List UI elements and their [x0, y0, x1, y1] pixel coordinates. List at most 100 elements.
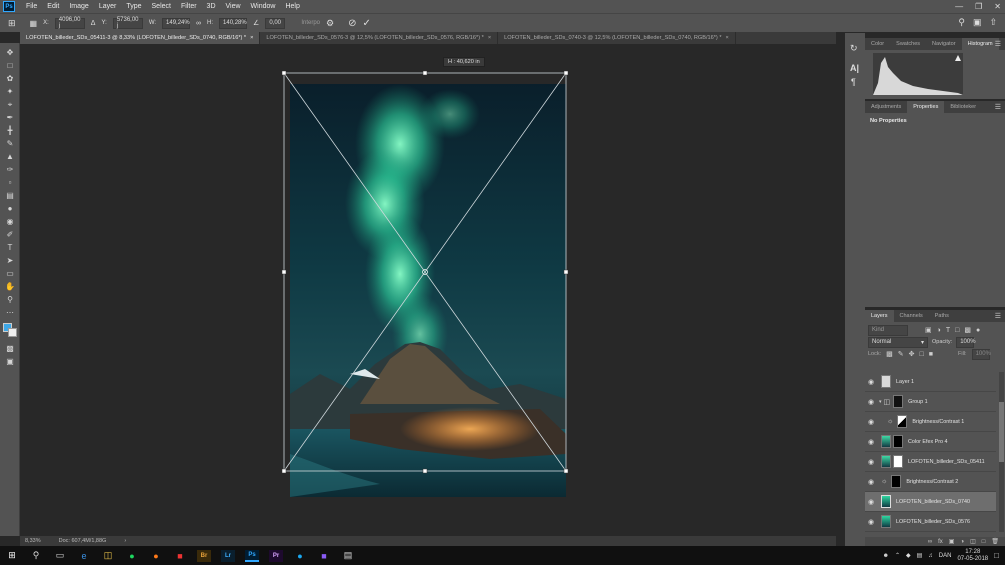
more-tools-icon[interactable]: ⋯ — [4, 307, 16, 318]
filter-shape-icon[interactable]: □ — [955, 327, 959, 334]
transform-handle[interactable] — [281, 70, 287, 76]
photoshop-logo-icon[interactable]: Ps — [3, 1, 15, 12]
eye-icon[interactable]: ◉ — [868, 478, 877, 486]
eye-icon[interactable]: ◉ — [868, 398, 877, 406]
chevron-right-icon[interactable]: › — [124, 538, 126, 544]
cancel-transform-icon[interactable]: ⊘ — [348, 18, 356, 29]
photoshop-icon[interactable]: Ps — [245, 549, 259, 562]
new-group-icon[interactable]: ◫ — [970, 538, 976, 545]
eye-icon[interactable]: ◉ — [868, 418, 877, 426]
tab-channels[interactable]: Channels — [894, 310, 929, 322]
purple-app-icon[interactable]: ■ — [317, 550, 331, 562]
doc-tab-1[interactable]: LOFOTEN_billeder_SDs_05411-3 @ 8,33% (LO… — [20, 32, 261, 44]
path-selection-icon[interactable]: ➤ — [4, 255, 16, 266]
lock-transparent-icon[interactable]: ▩ — [886, 350, 893, 358]
filter-type-icon[interactable]: T — [946, 327, 950, 334]
new-layer-icon[interactable]: □ — [982, 539, 986, 545]
firefox-icon[interactable]: ● — [149, 550, 163, 562]
commit-transform-icon[interactable]: ✓ — [362, 18, 370, 29]
trash-icon[interactable]: 🗑 — [991, 538, 999, 545]
type-tool-icon[interactable]: T — [4, 242, 16, 253]
new-adjustment-icon[interactable]: ◑ — [960, 539, 964, 545]
eye-icon[interactable]: ◉ — [868, 518, 877, 526]
layer-row[interactable]: ◉ ☼ Brightness/Contrast 2 — [865, 472, 996, 492]
skype-icon[interactable]: ● — [293, 550, 307, 562]
opacity-input[interactable]: 100% — [956, 336, 976, 348]
menu-3d[interactable]: 3D — [202, 3, 221, 10]
reference-point-icon[interactable]: ▦ — [30, 19, 38, 28]
close-icon[interactable]: × — [250, 35, 253, 41]
lock-position-icon[interactable]: ✥ — [909, 350, 915, 358]
eye-icon[interactable]: ◉ — [868, 458, 877, 466]
filter-adjustment-icon[interactable]: ◑ — [937, 327, 941, 334]
doc-tab-3[interactable]: LOFOTEN_billeder_SDs_0740-3 @ 12,5% (LOF… — [498, 32, 736, 44]
fill-input[interactable]: 100% — [971, 348, 991, 360]
angle-input[interactable]: 0,00 — [265, 17, 286, 29]
layer-row[interactable]: ◉ LOFOTEN_billeder_SDs_0740 — [865, 492, 996, 512]
lock-all-icon[interactable]: ■ — [929, 351, 933, 358]
menu-type[interactable]: Type — [121, 3, 146, 10]
premiere-icon[interactable]: Pr — [269, 549, 283, 562]
canvas-area[interactable]: H : 40,620 in — [20, 44, 836, 536]
zoom-tool-icon[interactable]: ⚲ — [4, 294, 16, 305]
warp-icon[interactable]: ⚙ — [326, 18, 334, 29]
tab-histogram[interactable]: Histogram — [961, 38, 999, 50]
pen-tool-icon[interactable]: ✐ — [4, 229, 16, 240]
history-icon[interactable]: ↻ — [850, 43, 858, 54]
panel-menu-icon[interactable]: ☰ — [995, 103, 1001, 111]
eraser-tool-icon[interactable]: ▫ — [4, 177, 16, 188]
hand-tool-icon[interactable]: ✋ — [4, 281, 16, 292]
filter-smart-icon[interactable]: ▩ — [964, 326, 971, 334]
eye-icon[interactable]: ◉ — [868, 438, 877, 446]
layer-row[interactable]: ◉ Color Efex Pro 4 — [865, 432, 996, 452]
move-tool-icon[interactable]: ✥ — [4, 47, 16, 58]
dropbox-icon[interactable]: ◆ — [906, 552, 911, 559]
menu-filter[interactable]: Filter — [176, 3, 202, 10]
lock-artboard-icon[interactable]: □ — [920, 351, 924, 358]
document-canvas[interactable] — [20, 44, 836, 536]
link-icon[interactable]: ∞ — [196, 20, 201, 27]
layer-row[interactable]: ◉ Layer 1 — [865, 372, 996, 392]
clone-stamp-icon[interactable]: ▲ — [4, 151, 16, 162]
healing-brush-icon[interactable]: ╋ — [4, 125, 16, 136]
transform-handle[interactable] — [563, 269, 569, 275]
transform-handle[interactable] — [563, 70, 569, 76]
delta-icon[interactable]: Δ — [91, 20, 96, 27]
lock-pixels-icon[interactable]: ✎ — [898, 350, 904, 358]
layers-scrollbar[interactable] — [999, 372, 1004, 532]
task-view-icon[interactable]: ▭ — [53, 550, 67, 562]
layer-row[interactable]: ◉ ▾ ◫ Group 1 — [865, 392, 996, 412]
transform-handle[interactable] — [281, 269, 287, 275]
magic-wand-icon[interactable]: ✦ — [4, 86, 16, 97]
history-brush-icon[interactable]: ✑ — [4, 164, 16, 175]
rectangle-tool-icon[interactable]: ▭ — [4, 268, 16, 279]
network-icon[interactable]: ▤ — [917, 552, 923, 559]
filter-pixel-icon[interactable]: ▣ — [925, 326, 932, 334]
transform-handle[interactable] — [281, 468, 287, 474]
panel-menu-icon[interactable]: ☰ — [995, 312, 1001, 320]
layer-row[interactable]: ◉ ☼ Brightness/Contrast 1 — [865, 412, 996, 432]
menu-help[interactable]: Help — [280, 3, 304, 10]
spotify-icon[interactable]: ● — [125, 550, 139, 562]
h-input[interactable]: 140,28% — [219, 17, 248, 29]
screen-mode-icon[interactable]: ▣ — [4, 356, 16, 367]
menu-file[interactable]: File — [21, 3, 42, 10]
paragraph-icon[interactable]: ¶ — [851, 77, 856, 87]
move-tool-icon[interactable]: ⊞ — [8, 18, 16, 29]
tab-layers[interactable]: Layers — [865, 310, 894, 322]
interpolation-label[interactable]: Interpo — [301, 20, 320, 26]
layer-row[interactable]: ◉ LOFOTEN_billeder_SDs_05411 — [865, 452, 996, 472]
people-icon[interactable]: ☻ — [883, 553, 889, 559]
tab-libraries[interactable]: Biblioteker — [944, 101, 982, 113]
chevron-up-icon[interactable]: ⌃ — [895, 552, 900, 559]
minimize-icon[interactable]: — — [955, 2, 963, 11]
link-layers-icon[interactable]: ∞ — [928, 539, 932, 545]
share-icon[interactable]: ⇧ — [989, 17, 997, 28]
brush-tool-icon[interactable]: ✎ — [4, 138, 16, 149]
w-input[interactable]: 149,24% — [162, 17, 191, 29]
workspace-icon[interactable]: ▣ — [973, 17, 982, 28]
layer-filter-input[interactable]: Kind — [868, 324, 908, 336]
eyedropper-icon[interactable]: ✒ — [4, 112, 16, 123]
panel-menu-icon[interactable]: ☰ — [995, 40, 1001, 48]
transform-handle[interactable] — [422, 468, 428, 474]
